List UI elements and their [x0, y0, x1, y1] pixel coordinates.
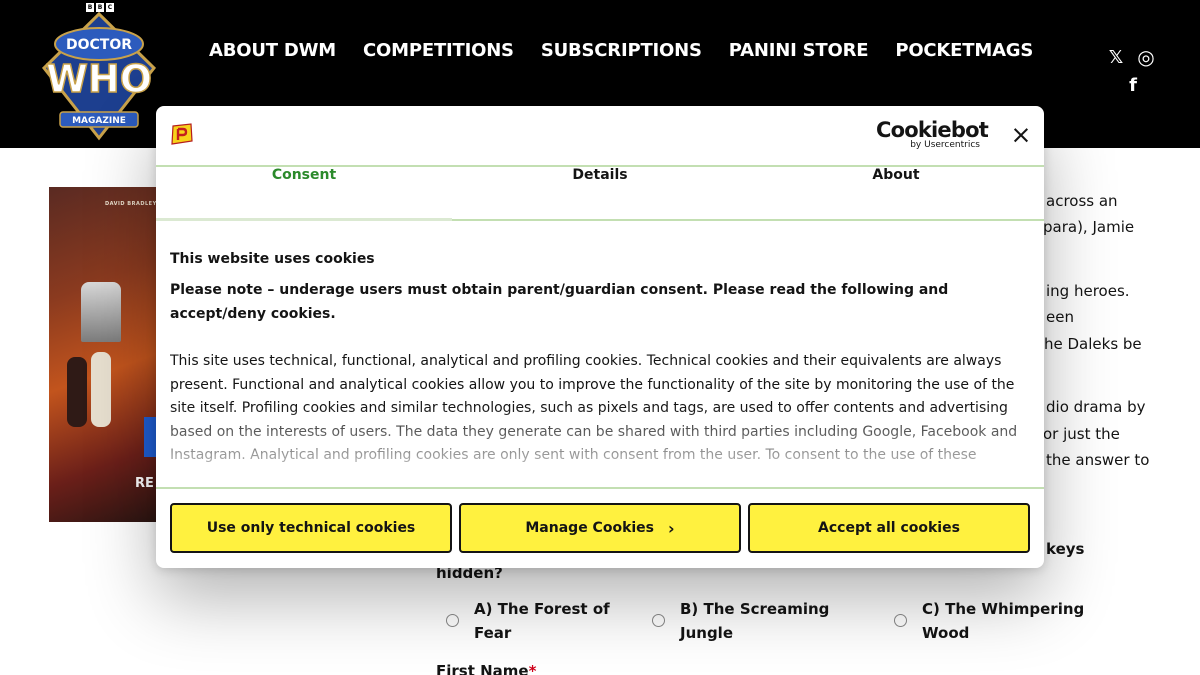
- answer-option-a[interactable]: A) The Forest of Fear: [446, 597, 610, 645]
- article-text-line: ing heroes.: [1046, 282, 1130, 300]
- article-text-line: across an: [1046, 192, 1118, 210]
- cookiebot-wordmark: Cookiebot: [876, 118, 989, 142]
- nav-about-dwm[interactable]: ABOUT DWM: [209, 40, 336, 61]
- article-text-line: een: [1046, 308, 1074, 326]
- doctor-who-magazine-logo[interactable]: DOCTOR WHO MAGAZINE: [36, 2, 162, 142]
- answer-label-line: Jungle: [680, 624, 733, 642]
- x-icon[interactable]: 𝕏: [1105, 48, 1127, 68]
- radio-button[interactable]: [652, 614, 665, 627]
- facebook-icon[interactable]: f: [1122, 76, 1144, 96]
- dialog-tabs: Consent Details About: [156, 167, 1044, 221]
- article-text-line: the answer to: [1046, 451, 1150, 469]
- nav-competitions[interactable]: COMPETITIONS: [363, 40, 514, 61]
- tab-details[interactable]: Details: [452, 167, 748, 221]
- tab-about[interactable]: About: [748, 167, 1044, 221]
- logo-doctor-word: DOCTOR: [66, 37, 132, 53]
- button-label: Manage Cookies: [525, 520, 655, 536]
- required-mark: *: [528, 662, 537, 675]
- answer-label: B) The Screaming Jungle: [680, 597, 829, 645]
- logo-who-word: WHO: [46, 57, 152, 101]
- answer-option-c[interactable]: C) The Whimpering Wood: [894, 597, 1084, 645]
- radio-button[interactable]: [894, 614, 907, 627]
- instagram-icon[interactable]: ◎: [1135, 47, 1157, 67]
- scroll-fade-overlay: [156, 406, 1044, 488]
- cookie-consent-dialog: Cookiebot by Usercentrics × Consent Deta…: [156, 106, 1044, 568]
- nav-pocketmags[interactable]: POCKETMAGS: [895, 40, 1033, 61]
- dialog-header: Cookiebot by Usercentrics ×: [156, 106, 1044, 166]
- question-text: keys: [1046, 540, 1085, 558]
- character-illustration: [67, 357, 87, 427]
- underage-notice: Please note – underage users must obtain…: [170, 282, 949, 322]
- radio-button[interactable]: [446, 614, 459, 627]
- answer-label-line: C) The Whimpering: [922, 600, 1085, 618]
- nav-panini-store[interactable]: PANINI STORE: [729, 40, 869, 61]
- audio-drama-cover-image: DAVID BRADLEY RE: [49, 187, 157, 522]
- consent-heading: This website uses cookies: [170, 251, 375, 267]
- divider: [156, 487, 1044, 489]
- accept-all-cookies-button[interactable]: Accept all cookies: [748, 503, 1030, 553]
- first-name-label-text: First Name: [436, 662, 529, 675]
- article-text-line: or just the: [1043, 425, 1120, 443]
- logo-magazine-word: MAGAZINE: [72, 116, 126, 126]
- nav-subscriptions[interactable]: SUBSCRIPTIONS: [541, 40, 702, 61]
- chevron-right-icon: ›: [668, 518, 675, 538]
- main-nav: ABOUT DWM COMPETITIONS SUBSCRIPTIONS PAN…: [209, 40, 1033, 61]
- article-text-line: he Daleks be: [1044, 335, 1142, 353]
- answer-label-line: A) The Forest of: [474, 600, 610, 618]
- character-illustration: [91, 352, 111, 427]
- use-only-technical-cookies-button[interactable]: Use only technical cookies: [170, 503, 452, 553]
- answer-label-line: B) The Screaming: [680, 600, 830, 618]
- answer-option-b[interactable]: B) The Screaming Jungle: [652, 597, 829, 645]
- article-text-line: para), Jamie: [1043, 218, 1135, 236]
- answer-label-line: Wood: [922, 624, 970, 642]
- tab-consent[interactable]: Consent: [156, 167, 452, 221]
- cookiebot-logo: Cookiebot by Usercentrics: [876, 118, 989, 150]
- answer-label-line: Fear: [474, 624, 512, 642]
- cover-author: DAVID BRADLEY: [105, 201, 157, 207]
- active-tab-indicator: [156, 218, 452, 221]
- answer-label: A) The Forest of Fear: [474, 597, 610, 645]
- button-label: Use only technical cookies: [206, 520, 416, 536]
- first-name-label: First Name*: [436, 662, 536, 675]
- article-text-line: dio drama by: [1046, 398, 1146, 416]
- answer-label: C) The Whimpering Wood: [922, 597, 1084, 645]
- panini-logo-icon: [171, 123, 193, 145]
- manage-cookies-button[interactable]: Manage Cookies ›: [459, 503, 741, 553]
- button-label: Accept all cookies: [818, 520, 960, 536]
- dalek-illustration: [81, 282, 121, 342]
- close-icon[interactable]: ×: [1009, 122, 1033, 147]
- cover-title-fragment: RE: [135, 476, 154, 491]
